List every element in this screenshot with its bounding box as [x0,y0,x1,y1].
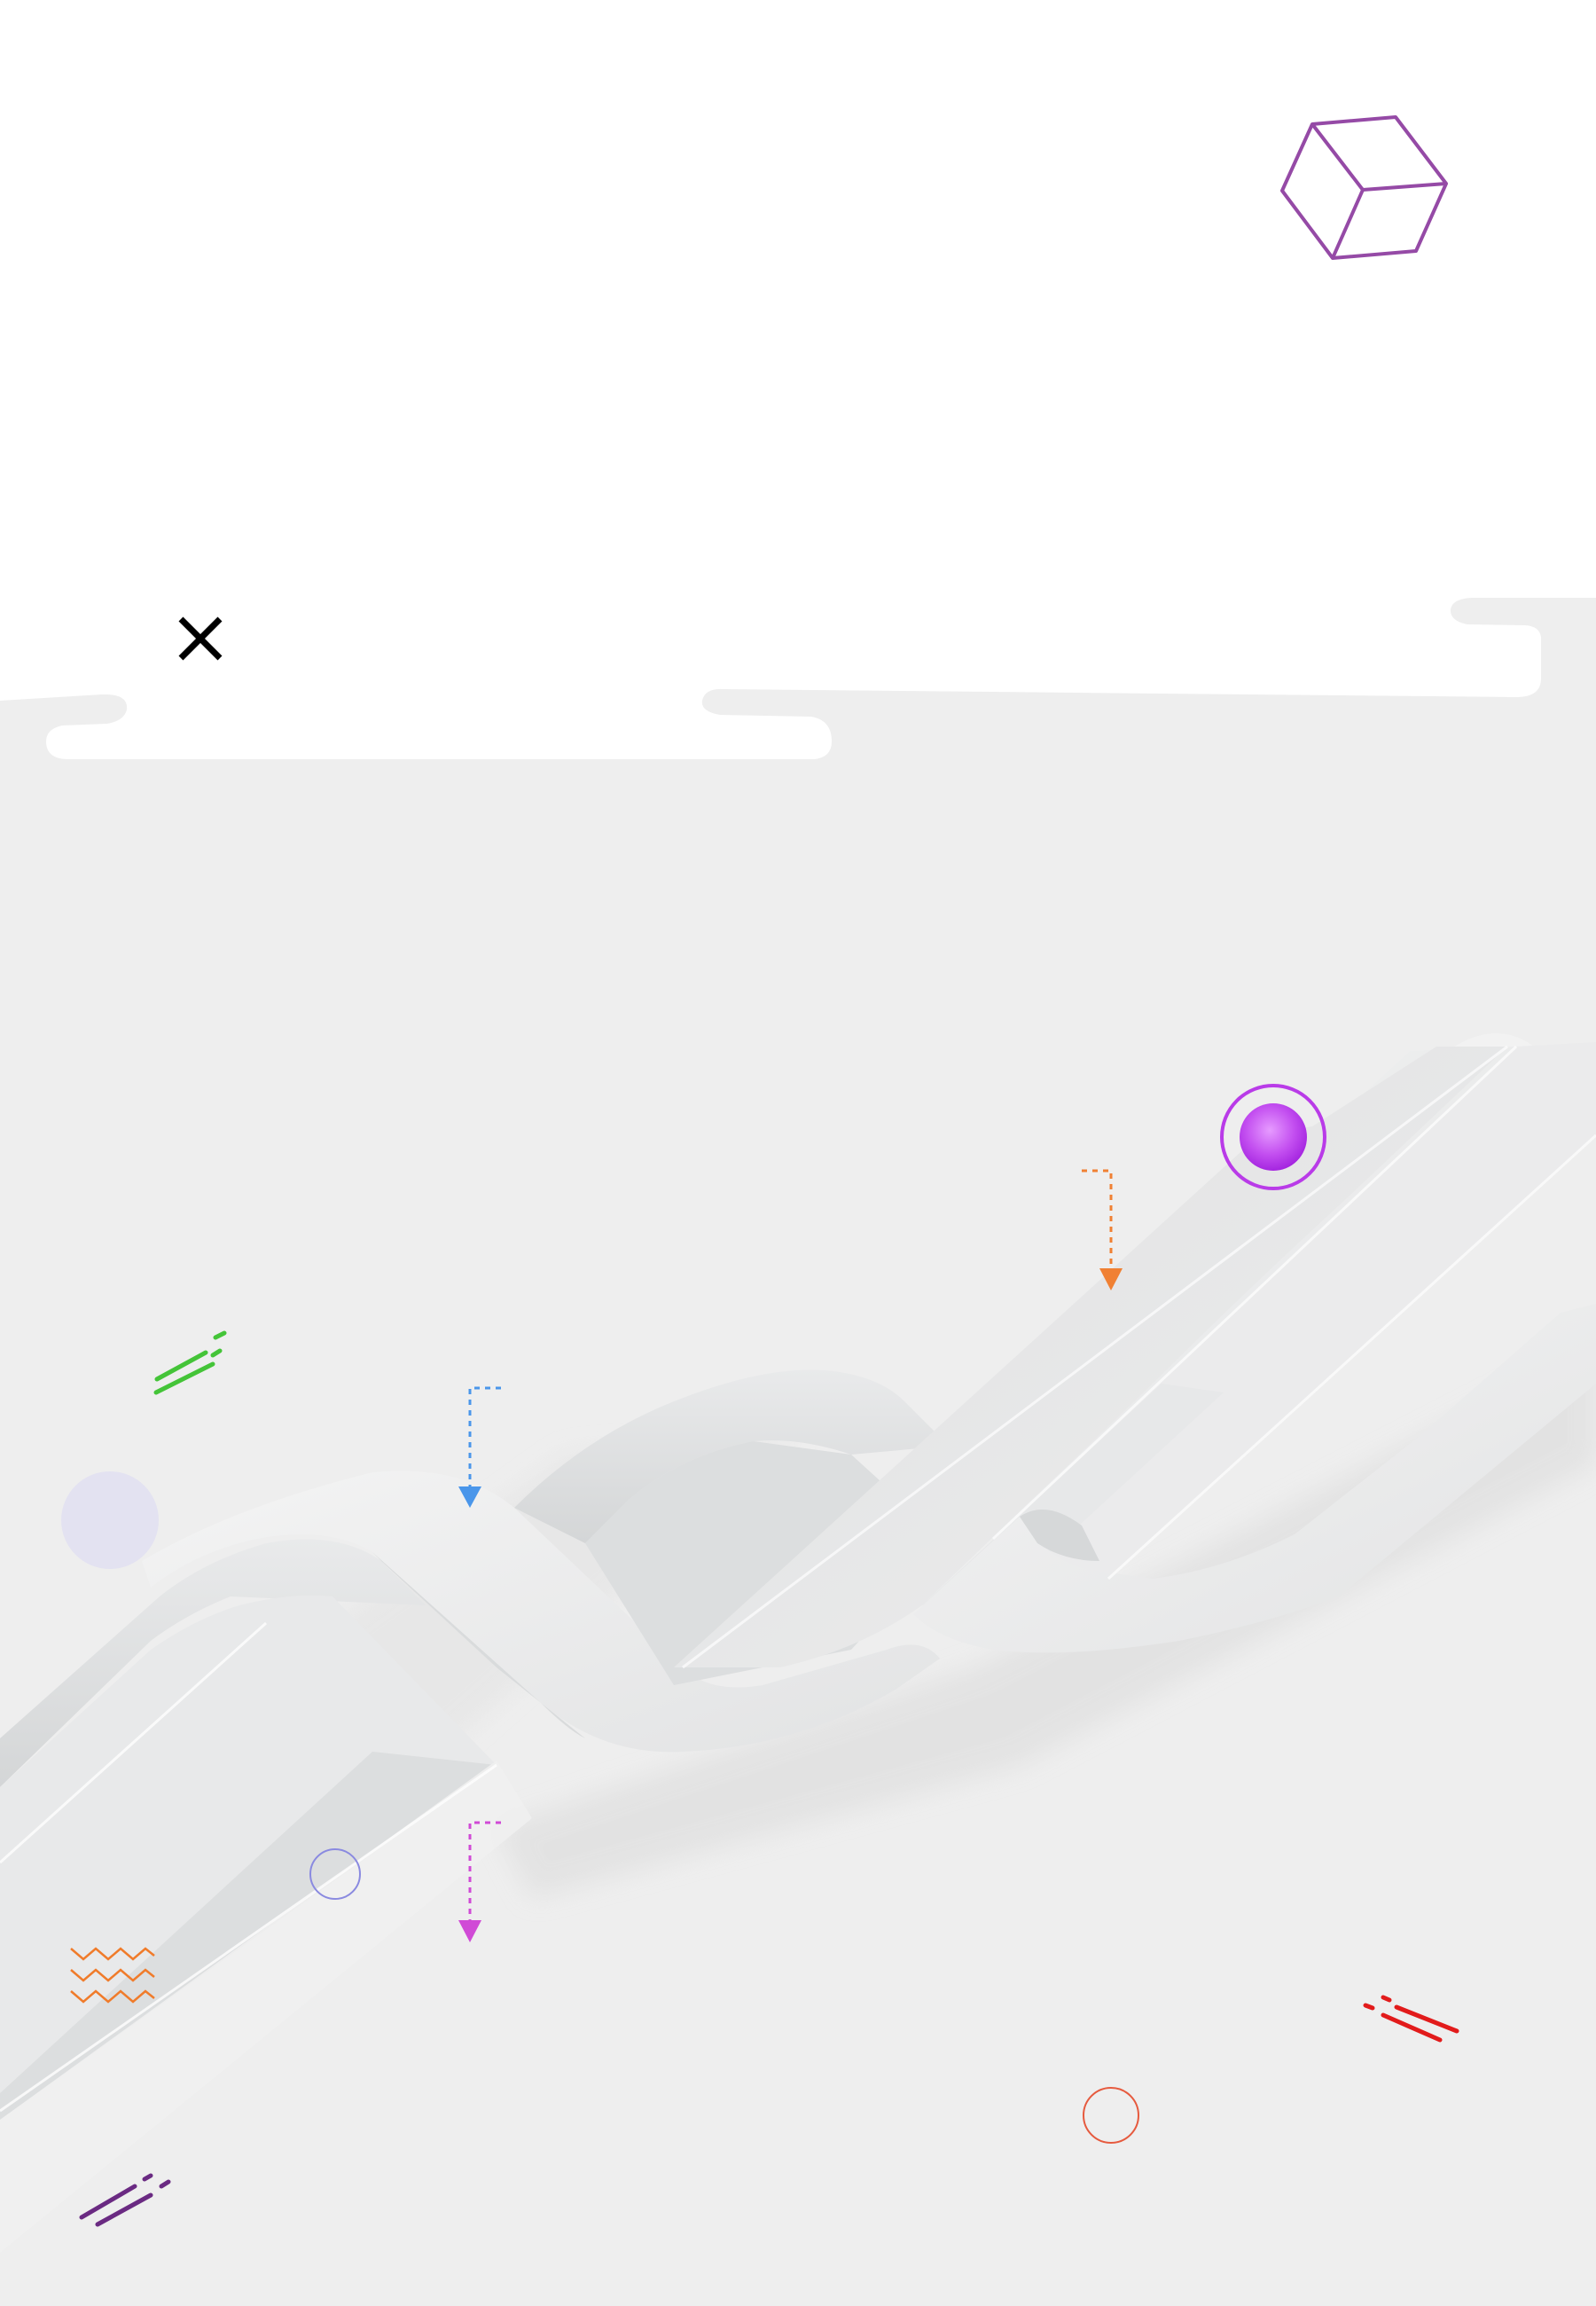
poster-background [0,115,1596,2306]
lavender-circle-icon [61,1471,159,1569]
close-button[interactable] [165,603,236,674]
close-icon [178,616,223,661]
poster-canvas [0,0,1596,2306]
cube-outline-icon [1280,115,1448,260]
